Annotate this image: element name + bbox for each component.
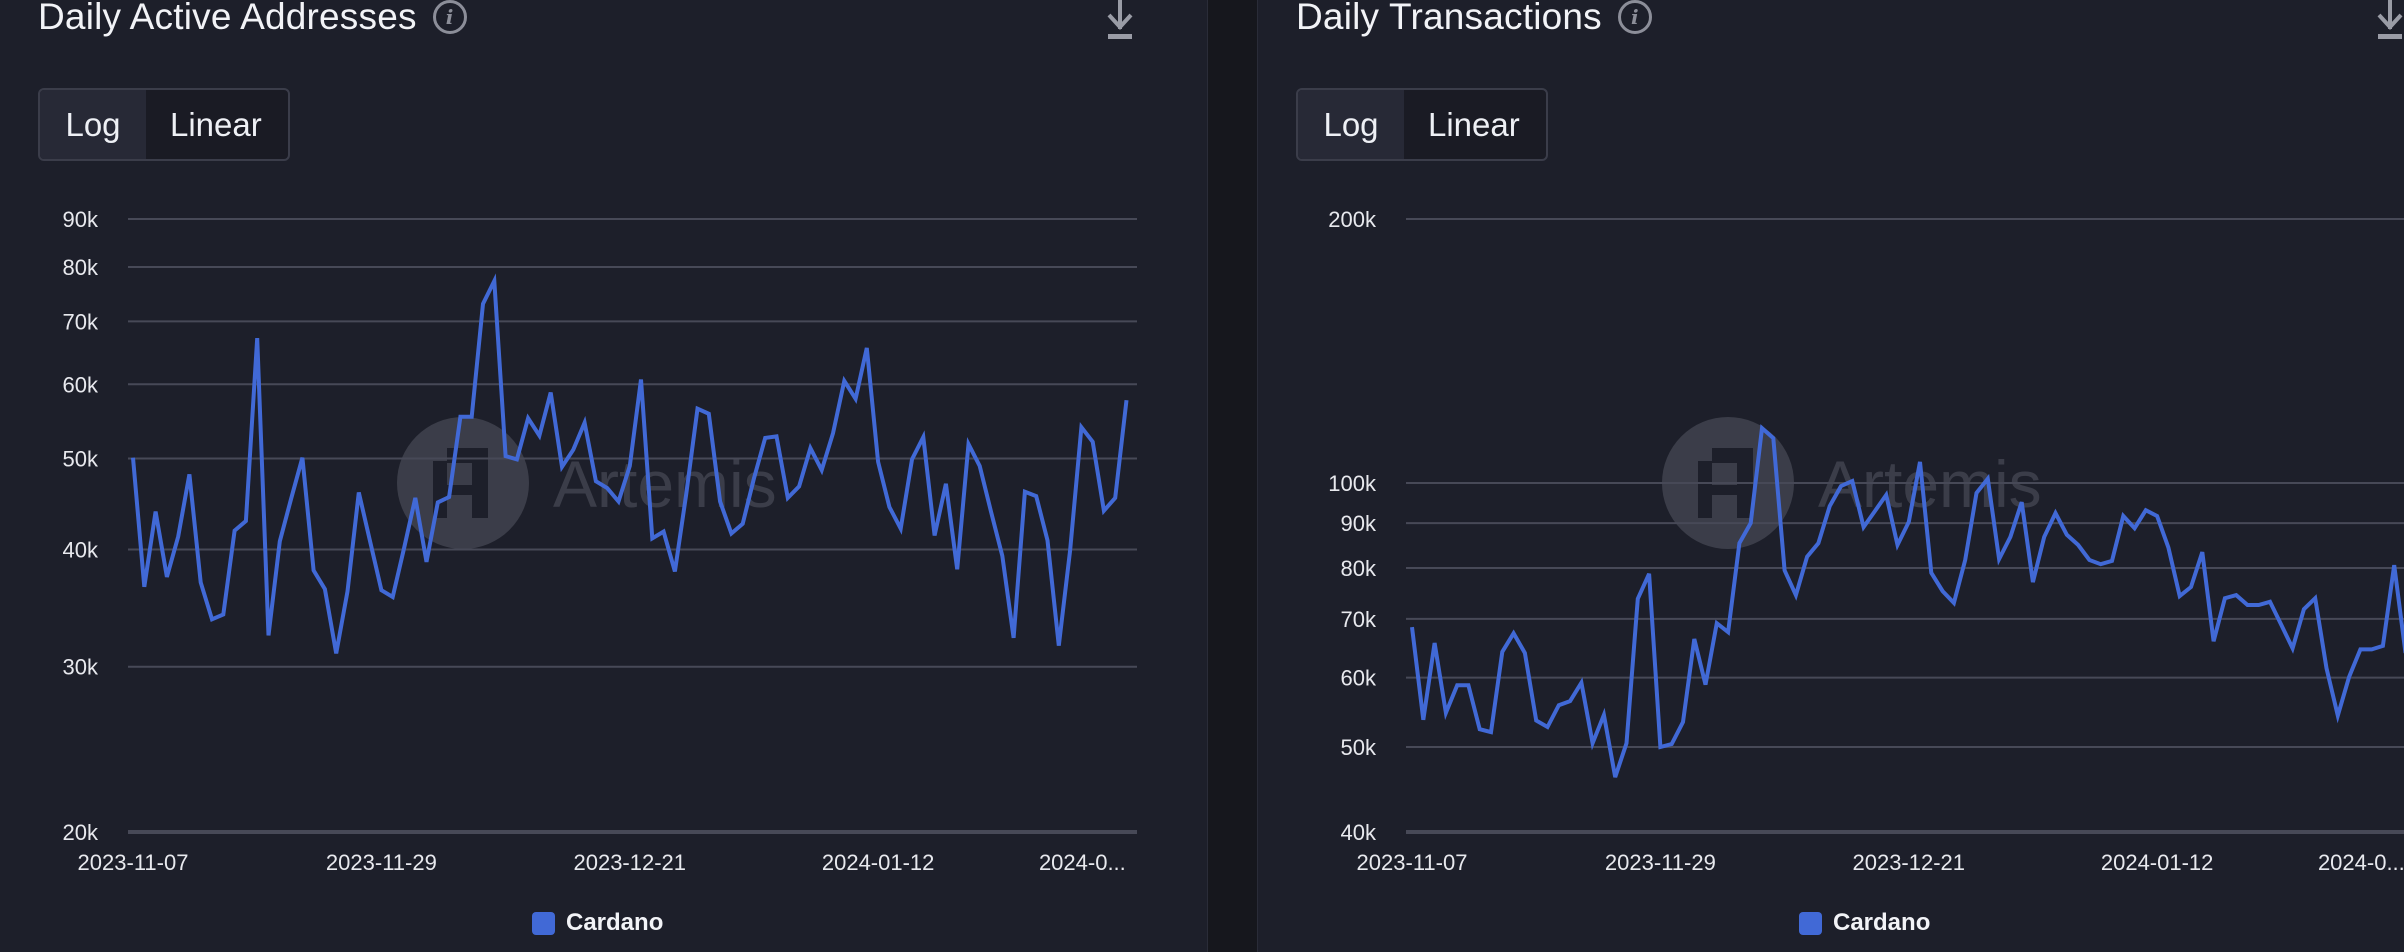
y-tick-label: 80k (63, 255, 99, 280)
y-tick-label: 70k (1341, 607, 1377, 632)
daily-active-addresses-panel: Daily Active Addresses i Log Linear Arte… (0, 0, 1208, 952)
x-tick-label: 2024-0... (2318, 850, 2404, 875)
y-tick-label: 90k (1341, 511, 1377, 536)
y-tick-label: 60k (1341, 666, 1377, 691)
x-tick-label: 2023-12-21 (573, 850, 686, 875)
y-tick-label: 90k (63, 207, 99, 232)
x-tick-label: 2023-11-29 (1605, 850, 1716, 875)
y-tick-label: 100k (1328, 471, 1377, 496)
daily-transactions-panel: Daily Transactions i Log Linear Artemis 4… (1257, 0, 2404, 952)
daily-transactions-chart: Artemis40k50k60k70k80k90k100k200k2023-11… (1328, 207, 2404, 875)
y-tick-label: 50k (1341, 735, 1377, 760)
legend-label-cardano[interactable]: Cardano (566, 909, 663, 937)
y-tick-label: 200k (1328, 207, 1377, 232)
y-tick-label: 40k (1341, 820, 1377, 845)
y-tick-label: 60k (63, 372, 99, 397)
x-tick-label: 2023-11-07 (1357, 850, 1468, 875)
x-tick-label: 2023-11-07 (78, 850, 189, 875)
y-tick-label: 70k (63, 309, 99, 334)
y-tick-label: 40k (63, 538, 99, 563)
y-tick-label: 50k (63, 447, 99, 472)
chart-legend: Cardano (532, 909, 663, 937)
chart-legend: Cardano (1799, 909, 1930, 937)
x-tick-label: 2024-01-12 (822, 850, 935, 875)
y-tick-label: 30k (63, 655, 99, 680)
x-tick-label: 2023-11-29 (326, 850, 437, 875)
y-tick-label: 80k (1341, 556, 1377, 581)
y-tick-label: 20k (63, 820, 99, 845)
legend-swatch-cardano (532, 911, 555, 935)
x-tick-label: 2024-0... (1039, 850, 1126, 875)
legend-label-cardano[interactable]: Cardano (1833, 909, 1930, 937)
x-tick-label: 2023-12-21 (1852, 850, 1965, 875)
x-tick-label: 2024-01-12 (2101, 850, 2214, 875)
daily-active-addresses-chart: Artemis20k30k40k50k60k70k80k90k2023-11-0… (63, 207, 1137, 875)
legend-swatch-cardano (1799, 911, 1822, 935)
